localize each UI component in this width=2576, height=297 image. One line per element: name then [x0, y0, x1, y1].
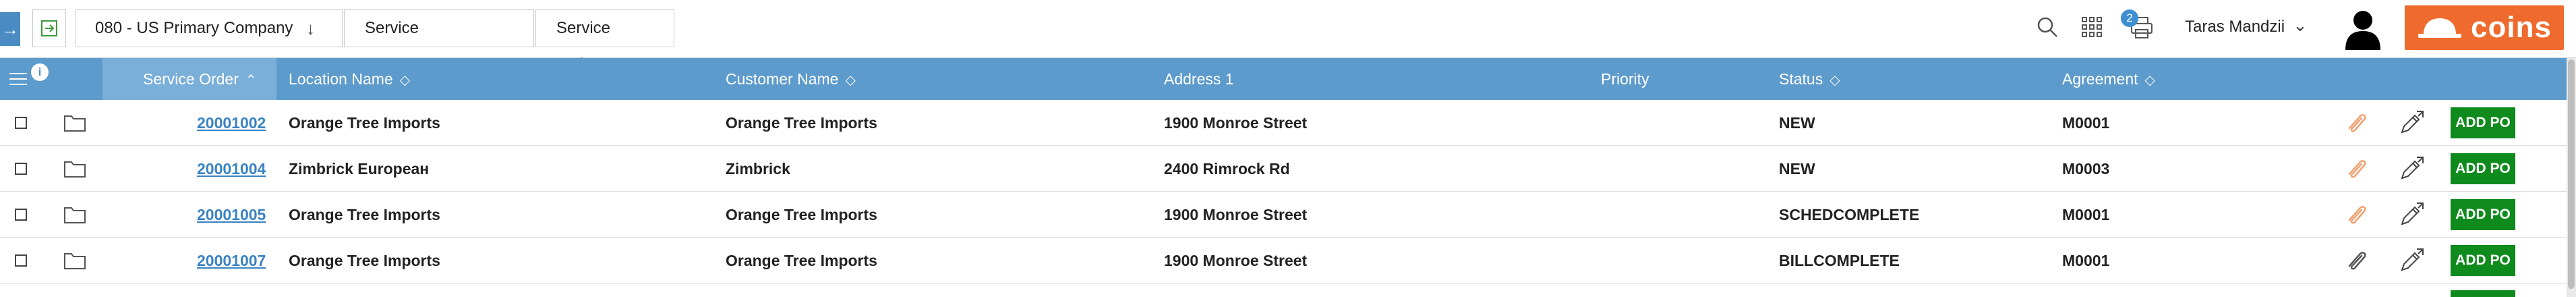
- edit-icon[interactable]: [2398, 109, 2425, 136]
- paperclip-icon[interactable]: [2344, 202, 2371, 227]
- add-po-button[interactable]: ADD PO: [2451, 107, 2515, 138]
- print-count-badge: 2: [2121, 9, 2138, 27]
- row-checkbox[interactable]: [15, 163, 27, 175]
- cell-service-order[interactable]: 20001005: [197, 192, 266, 238]
- cell-service-order[interactable]: 20001002: [197, 100, 266, 146]
- cell-status: BILLCOMPLETE: [1779, 252, 1900, 269]
- column-header-address1[interactable]: Address 1: [1164, 58, 1234, 100]
- hardhat-icon: [2418, 18, 2461, 38]
- service-orders-app: → 080 - US Primary Company ↓ Service Man…: [0, 0, 2576, 297]
- company-name: 080 - US Primary Company: [95, 19, 293, 37]
- chevron-down-icon[interactable]: ⌄: [2293, 15, 2308, 36]
- cell-agreement: M0001: [2062, 252, 2110, 269]
- edit-icon[interactable]: [2398, 201, 2425, 228]
- breadcrumb-module[interactable]: Service Management: [344, 9, 534, 74]
- table-row-partial: [0, 286, 2567, 297]
- column-label: Agreement: [2062, 70, 2138, 88]
- paperclip-icon[interactable]: [2344, 248, 2371, 273]
- column-label: Customer Name: [726, 70, 839, 88]
- folder-icon[interactable]: [63, 205, 86, 224]
- row-checkbox[interactable]: [15, 254, 27, 267]
- cell-customer-name: Orange Tree Imports: [726, 252, 877, 269]
- column-menu[interactable]: i: [0, 58, 49, 100]
- coins-logo: coins: [2405, 5, 2564, 50]
- column-header-service-order[interactable]: Service Order ⌃: [143, 58, 257, 100]
- cell-location-name: Zimbrick Europeaн: [289, 160, 430, 178]
- top-bar: → 080 - US Primary Company ↓ Service Man…: [0, 0, 2576, 74]
- table-row[interactable]: 20001002 Orange Tree Imports Orange Tree I…: [0, 100, 2567, 146]
- folder-icon[interactable]: [63, 159, 86, 178]
- cell-service-order[interactable]: 20001007: [197, 238, 266, 284]
- user-name[interactable]: Taras Mandzii: [2185, 18, 2285, 36]
- cell-address1: 1900 Monroe Street: [1164, 114, 1308, 132]
- sort-icon[interactable]: ◇: [845, 73, 855, 88]
- cell-customer-name: Orange Tree Imports: [726, 206, 877, 223]
- cell-location-name: Orange Tree Imports: [289, 252, 440, 269]
- cell-customer-name: Zimbrick: [726, 160, 790, 178]
- cell-location-name: Orange Tree Imports: [289, 114, 440, 132]
- table-row[interactable]: 20001007 Orange Tree Imports Orange Tree I…: [0, 238, 2567, 284]
- cell-agreement: M0001: [2062, 206, 2110, 223]
- row-checkbox[interactable]: [15, 117, 27, 129]
- folder-icon[interactable]: [63, 251, 86, 270]
- cell-service-order[interactable]: 20001004: [197, 146, 266, 192]
- avatar[interactable]: [2343, 8, 2383, 50]
- edit-icon[interactable]: [2398, 155, 2425, 182]
- column-label: Location Name: [289, 70, 393, 88]
- edit-icon[interactable]: [2398, 247, 2425, 274]
- breadcrumb-page[interactable]: Service Orders: [535, 9, 674, 74]
- column-label: Address 1: [1164, 70, 1234, 88]
- paperclip-icon[interactable]: [2344, 111, 2371, 135]
- cell-address1: 1900 Monroe Street: [1164, 206, 1308, 223]
- column-label: Priority: [1601, 70, 1649, 88]
- cell-status: NEW: [1779, 114, 1815, 132]
- column-header-agreement[interactable]: Agreement ◇: [2062, 58, 2155, 100]
- info-badge: i: [31, 63, 49, 81]
- column-list-icon[interactable]: [9, 72, 32, 88]
- column-header-customer-name[interactable]: Customer Name ◇: [726, 58, 856, 100]
- scrollbar-thumb[interactable]: [2568, 59, 2575, 289]
- chevron-down-icon[interactable]: ↓: [306, 10, 315, 47]
- sort-asc-icon[interactable]: ⌃: [245, 73, 257, 88]
- add-po-button[interactable]: ADD PO: [2451, 199, 2515, 230]
- paperclip-icon[interactable]: [2344, 157, 2371, 181]
- column-label: Status: [1779, 70, 1823, 88]
- column-label: Service Order: [143, 70, 239, 88]
- column-header-status[interactable]: Status ◇: [1779, 58, 1840, 100]
- expand-sidebar-icon[interactable]: →: [0, 12, 20, 46]
- sort-icon[interactable]: ◇: [400, 73, 410, 88]
- apps-grid-icon[interactable]: [2081, 16, 2103, 38]
- column-header-location-name[interactable]: Location Name ◇: [289, 58, 410, 100]
- sort-icon[interactable]: ◇: [2145, 73, 2155, 88]
- table-row[interactable]: 20001004 Zimbrick Europeaн Zimbrick 2400 Ri…: [0, 146, 2567, 192]
- cell-customer-name: Orange Tree Imports: [726, 114, 877, 132]
- cell-address1: 2400 Rimrock Rd: [1164, 160, 1290, 178]
- add-po-button[interactable]: ADD PO: [2451, 245, 2515, 276]
- exit-icon[interactable]: [32, 9, 66, 47]
- table-header: i Service Order ⌃ Location Name ◇ Customer…: [0, 58, 2567, 100]
- cell-address1: 1900 Monroe Street: [1164, 252, 1308, 269]
- breadcrumb-company[interactable]: 080 - US Primary Company ↓: [76, 9, 343, 47]
- cell-location-name: Orange Tree Imports: [289, 206, 440, 223]
- table-row[interactable]: 20001005 Orange Tree Imports Orange Tree I…: [0, 192, 2567, 238]
- cell-status: NEW: [1779, 160, 1815, 178]
- cell-agreement: M0001: [2062, 114, 2110, 132]
- folder-icon[interactable]: [63, 113, 86, 132]
- column-header-priority[interactable]: Priority: [1601, 58, 1649, 100]
- cell-status: SCHEDCOMPLETE: [1779, 206, 1920, 223]
- row-checkbox[interactable]: [15, 209, 27, 221]
- cell-agreement: M0003: [2062, 160, 2110, 178]
- add-po-button[interactable]: ADD PO: [2451, 153, 2515, 184]
- search-icon[interactable]: [2035, 15, 2059, 39]
- add-po-button-partial[interactable]: [2451, 290, 2515, 297]
- logo-text: coins: [2471, 11, 2552, 44]
- sort-icon[interactable]: ◇: [1829, 73, 1840, 88]
